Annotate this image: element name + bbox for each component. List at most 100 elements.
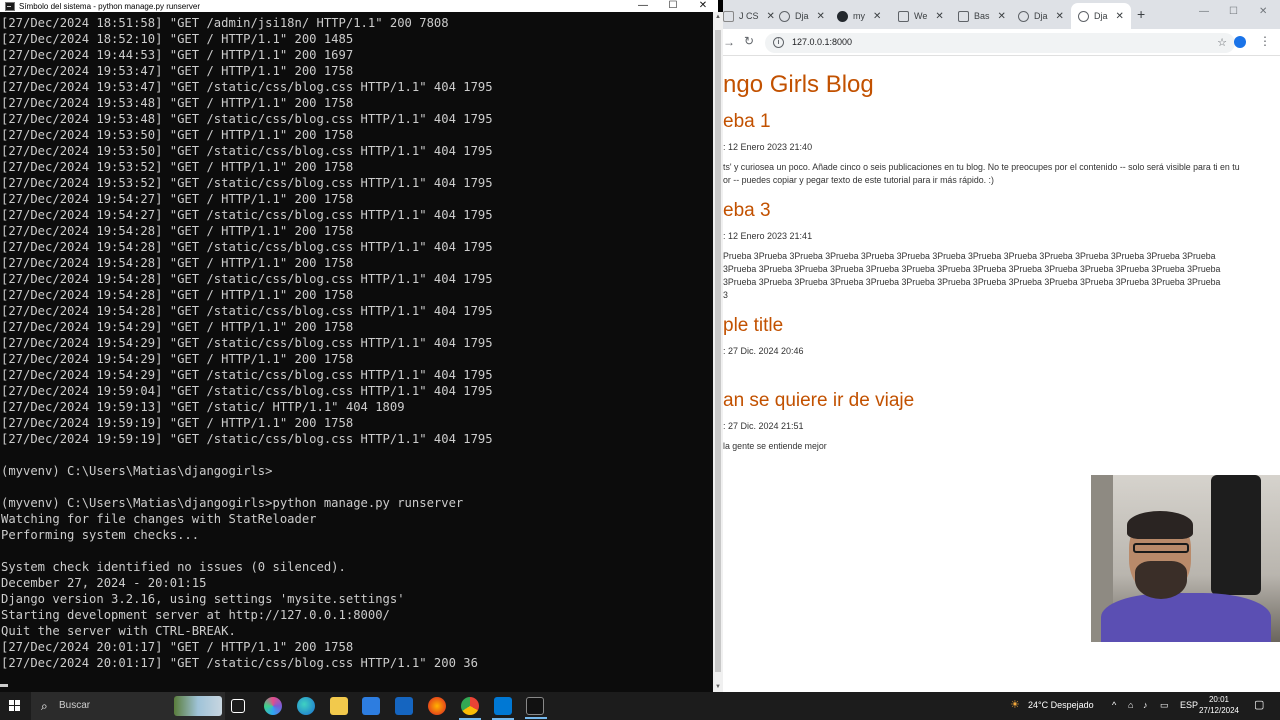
start-button[interactable] [0,692,30,720]
tab-label: Dja [1094,11,1108,21]
terminal-window[interactable]: Símbolo del sistema - python manage.py r… [0,0,723,692]
search-highlight-image [174,696,222,716]
profile-avatar-icon[interactable] [1234,36,1246,48]
clock-time: 20:01 [1208,695,1230,704]
tab-label: Bas [974,11,990,21]
weather-icon: ☀ [1010,699,1020,711]
taskbar-search[interactable]: ⌕ Buscar [31,692,225,720]
close-button[interactable]: ✕ [1259,6,1267,17]
close-button[interactable]: ✕ [688,0,718,12]
notifications-icon[interactable]: ▢ [1254,698,1264,711]
terminal-titlebar[interactable]: Símbolo del sistema - python manage.py r… [0,0,718,12]
vscode-icon[interactable] [492,697,514,720]
browser-tab[interactable]: Dja ✕ [1018,3,1064,29]
copilot-icon[interactable] [264,697,282,715]
scroll-down-arrow-icon[interactable]: ▼ [713,682,723,692]
terminal-line: [27/Dec/2024 20:01:17] "GET /static/css/… [1,656,478,670]
tab-close-icon[interactable]: ✕ [873,11,881,22]
post-title[interactable]: ple title [723,315,1276,337]
scroll-thumb[interactable] [715,30,721,672]
scroll-up-arrow-icon[interactable]: ▲ [713,12,723,22]
terminal-line: Performing system checks... [1,528,200,542]
tab-close-icon[interactable]: ✕ [1116,11,1124,22]
terminal-line: [27/Dec/2024 19:59:19] "GET / HTTP/1.1" … [1,416,354,430]
tab-close-icon[interactable]: ✕ [817,11,825,22]
w-icon [958,10,969,22]
maximize-button[interactable]: ☐ [658,0,688,12]
firefox-icon[interactable] [428,697,446,715]
post-title[interactable]: eba 3 [723,200,1276,222]
forward-arrow-icon[interactable]: → [723,35,735,49]
tab-label: Dja [795,11,809,21]
minimize-button[interactable]: — [1199,6,1209,17]
battery-icon[interactable]: ▭ [1160,700,1169,711]
browser-window[interactable]: J CS ✕ Dja ✕ my ✕ We ✕ Bas ✕ Dja ✕ Dja ✕… [723,0,1280,692]
blog-post: an se quiere ir de viaje : 27 Dic. 2024 … [723,390,1276,453]
show-hidden-icons-chevron-icon[interactable]: ^ [1112,700,1116,710]
tab-close-icon[interactable]: ✕ [935,11,943,22]
post-title[interactable]: an se quiere ir de viaje [723,390,1276,412]
weather-text[interactable]: 24°C Despejado [1028,700,1094,710]
terminal-icon [5,1,15,11]
terminal-line: [27/Dec/2024 19:54:27] "GET /static/css/… [1,208,493,222]
w-icon [898,10,909,22]
browser-tab[interactable]: Dja ✕ [779,3,825,29]
terminal-line: System check identified no issues (0 sil… [1,560,346,574]
terminal-line: [27/Dec/2024 19:54:28] "GET /static/css/… [1,240,493,254]
tab-close-icon[interactable]: ✕ [1056,11,1064,22]
browser-tab-active[interactable]: Dja ✕ [1071,3,1131,29]
post-date: : 12 Enero 2023 21:41 [723,231,813,241]
tab-label: J CS [739,11,759,21]
search-placeholder[interactable]: Buscar [59,700,90,711]
globe-icon [1078,10,1089,22]
page-viewport[interactable]: ngo Girls Blog eba 1 : 12 Enero 2023 21:… [723,57,1280,692]
clock-date: 27/12/2024 [1198,706,1240,715]
task-view-icon[interactable] [231,699,245,713]
browser-tab[interactable]: J CS ✕ [723,3,775,29]
terminal-line: [27/Dec/2024 19:54:28] "GET / HTTP/1.1" … [1,288,354,302]
tab-close-icon[interactable]: ✕ [767,11,775,22]
post-title[interactable]: eba 1 [723,111,1276,133]
terminal-line: [27/Dec/2024 19:54:28] "GET /static/css/… [1,304,493,318]
menu-kebab-icon[interactable]: ⋮ [1259,34,1271,48]
bookmark-star-icon[interactable]: ☆ [1217,36,1227,49]
new-tab-button[interactable]: + [1137,6,1145,22]
file-explorer-icon[interactable] [330,697,348,715]
reload-icon[interactable]: ↻ [744,34,754,48]
clock[interactable]: 20:01 27/12/2024 [1196,694,1242,716]
edge-icon[interactable] [297,697,315,715]
store-icon[interactable] [362,697,380,715]
terminal-line: [27/Dec/2024 19:54:29] "GET / HTTP/1.1" … [1,352,354,366]
address-bar[interactable]: i 127.0.0.1:8000 ☆ [765,33,1235,53]
maximize-button[interactable]: ☐ [1229,6,1238,17]
terminal-line: [27/Dec/2024 19:54:29] "GET /static/css/… [1,336,493,350]
terminal-line: Quit the server with CTRL-BREAK. [1,624,236,638]
terminal-line: [27/Dec/2024 19:54:29] "GET / HTTP/1.1" … [1,320,354,334]
url-text[interactable]: 127.0.0.1:8000 [792,37,852,47]
post-text: Prueba 3Prueba 3Prueba 3Prueba 3Prueba 3… [723,251,1221,300]
webcam-overlay [1091,475,1280,642]
chrome-icon[interactable] [459,697,481,720]
terminal-output[interactable]: [27/Dec/2024 18:51:58] "GET /admin/jsi18… [0,15,712,692]
volume-icon[interactable]: ♪ [1143,700,1148,710]
terminal-app-icon[interactable] [525,697,547,719]
terminal-line: December 27, 2024 - 20:01:15 [1,576,207,590]
browser-tab[interactable]: Bas ✕ [958,3,1006,29]
network-icon[interactable]: ⌂ [1128,700,1133,710]
terminal-line: (myvenv) C:\Users\Matias\djangogirls> [1,464,273,478]
blog-post: eba 3 : 12 Enero 2023 21:41 Prueba 3Prue… [723,200,1276,302]
terminal-line: [27/Dec/2024 19:53:48] "GET /static/css/… [1,112,493,126]
terminal-line: [27/Dec/2024 19:54:28] "GET / HTTP/1.1" … [1,224,354,238]
mail-icon[interactable] [395,697,413,715]
browser-tab[interactable]: my ✕ [837,3,881,29]
minimize-button[interactable]: — [628,0,658,12]
blog-post: ple title : 27 Dic. 2024 20:46 [723,315,1276,356]
terminal-line: [27/Dec/2024 18:51:58] "GET /admin/jsi18… [1,16,449,30]
site-info-icon[interactable]: i [773,37,784,48]
terminal-scrollbar[interactable]: ▲ ▼ [713,12,723,692]
tab-close-icon[interactable]: ✕ [998,11,1006,22]
browser-tab[interactable]: We ✕ [898,3,944,29]
blog-title[interactable]: ngo Girls Blog [723,71,874,99]
